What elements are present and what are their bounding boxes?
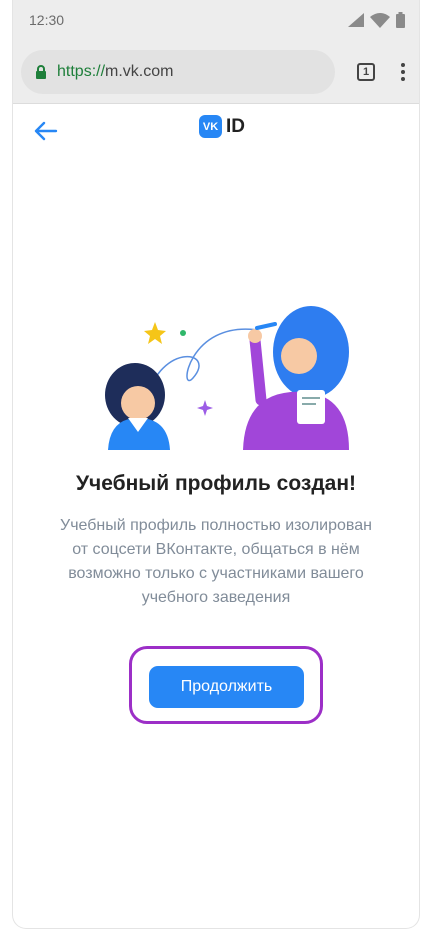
page-description: Учебный профиль полностью изолирован от … (60, 517, 372, 606)
vk-logo-badge: VK (199, 115, 222, 138)
tab-count: 1 (362, 65, 370, 78)
lock-icon (36, 64, 46, 79)
vk-id-logo: VK ID (199, 115, 245, 138)
status-bar: 12:30 (13, 0, 419, 40)
phone-screen: 12:30 https://m.vk.com 1 VK ID Учебный п… (12, 0, 420, 929)
continue-button[interactable]: Продолжить (149, 666, 304, 708)
browser-menu-icon[interactable] (397, 62, 409, 81)
page-title: Учебный профиль создан! (75, 472, 357, 495)
cellular-signal-icon (348, 13, 364, 27)
address-bar[interactable]: https://m.vk.com (21, 49, 335, 94)
wifi-icon (370, 12, 390, 28)
tab-switcher-button[interactable]: 1 (357, 62, 375, 81)
back-arrow-icon[interactable] (31, 116, 61, 146)
profile-created-illustration (105, 306, 349, 450)
url-host: m.vk.com (105, 62, 174, 80)
logo-text: ID (226, 115, 245, 137)
status-time: 12:30 (29, 12, 65, 28)
battery-icon (396, 12, 405, 28)
status-icons (348, 12, 405, 28)
app-header: VK ID (13, 104, 419, 164)
browser-toolbar: https://m.vk.com 1 (13, 40, 419, 104)
url-scheme: https:// (57, 62, 106, 80)
